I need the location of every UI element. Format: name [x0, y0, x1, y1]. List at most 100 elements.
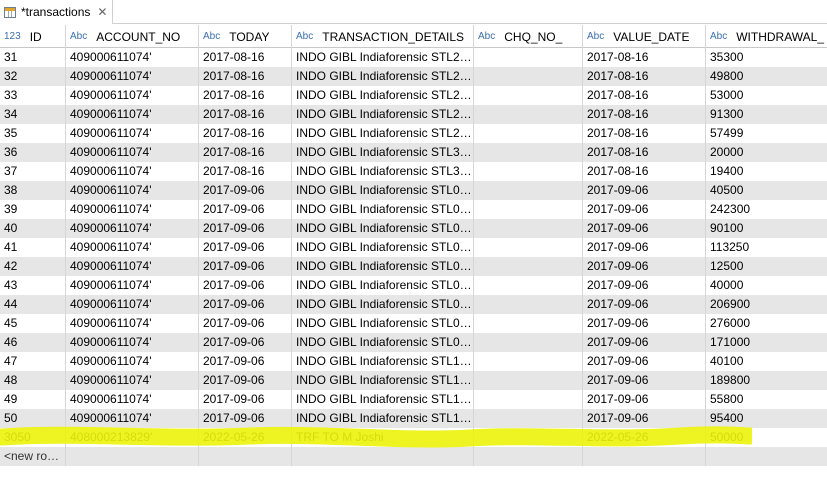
cell-chq-no[interactable]	[474, 295, 583, 314]
table-row[interactable]: 42 409000611074' 2017-09-06 INDO GIBL India…	[0, 257, 827, 276]
cell-withdrawal[interactable]: 113250	[706, 238, 827, 257]
cell-account-no[interactable]: 409000611074'	[66, 257, 199, 276]
cell-id[interactable]: 47	[0, 352, 66, 371]
cell-transaction-details[interactable]: INDO GIBL Indiaforensic STL0…	[292, 333, 474, 352]
cell-id[interactable]: 45	[0, 314, 66, 333]
cell-chq-no[interactable]	[474, 238, 583, 257]
tab-transactions[interactable]: *transactions ✕	[0, 0, 113, 24]
cell-withdrawal[interactable]: 40100	[706, 352, 827, 371]
cell-today[interactable]: 2017-09-06	[199, 276, 292, 295]
cell-account-no[interactable]: 409000611074'	[66, 67, 199, 86]
cell-chq-no[interactable]	[474, 86, 583, 105]
cell-withdrawal[interactable]: 50000	[706, 428, 827, 447]
cell-transaction-details[interactable]: INDO GIBL Indiaforensic STL3…	[292, 143, 474, 162]
table-row[interactable]: 45 409000611074' 2017-09-06 INDO GIBL India…	[0, 314, 827, 333]
cell-withdrawal[interactable]: 49800	[706, 67, 827, 86]
cell-value-date[interactable]: 2017-08-16	[583, 86, 706, 105]
column-header-chq-no[interactable]: Abc CHQ_NO_	[474, 25, 583, 48]
column-header-account-no[interactable]: Abc ACCOUNT_NO	[66, 25, 199, 48]
cell-today[interactable]: 2017-08-16	[199, 105, 292, 124]
cell-id[interactable]: 35	[0, 124, 66, 143]
cell-value-date[interactable]: 2017-09-06	[583, 371, 706, 390]
cell-transaction-details[interactable]: INDO GIBL Indiaforensic STL0…	[292, 295, 474, 314]
cell-value-date[interactable]: 2022-05-26	[583, 428, 706, 447]
cell-today[interactable]: 2017-09-06	[199, 295, 292, 314]
cell-value-date[interactable]: 2017-08-16	[583, 67, 706, 86]
cell-value-date[interactable]: 2017-09-06	[583, 181, 706, 200]
cell-transaction-details[interactable]: INDO GIBL Indiaforensic STL2…	[292, 67, 474, 86]
column-header-transaction-details[interactable]: Abc TRANSACTION_DETAILS	[292, 25, 474, 48]
cell-account-no[interactable]: 409000611074'	[66, 86, 199, 105]
cell-value-date[interactable]: 2017-08-16	[583, 162, 706, 181]
cell-id[interactable]: 40	[0, 219, 66, 238]
cell-id[interactable]: 48	[0, 371, 66, 390]
cell-withdrawal[interactable]: 12500	[706, 257, 827, 276]
cell-value-date[interactable]: 2017-09-06	[583, 219, 706, 238]
cell-withdrawal[interactable]: 19400	[706, 162, 827, 181]
table-row[interactable]: 32 409000611074' 2017-08-16 INDO GIBL India…	[0, 67, 827, 86]
cell-value-date[interactable]: 2017-09-06	[583, 390, 706, 409]
cell-today[interactable]: 2017-09-06	[199, 200, 292, 219]
cell-chq-no[interactable]	[474, 124, 583, 143]
cell-account-no[interactable]: 409000611074'	[66, 200, 199, 219]
cell-chq-no[interactable]	[474, 409, 583, 428]
cell-account-no[interactable]: 409000611074'	[66, 143, 199, 162]
cell-chq-no[interactable]	[474, 314, 583, 333]
cell-today[interactable]: 2017-09-06	[199, 371, 292, 390]
cell-transaction-details[interactable]: INDO GIBL Indiaforensic STL2…	[292, 86, 474, 105]
cell-value-date[interactable]: 2017-09-06	[583, 257, 706, 276]
cell-value-date[interactable]: 2017-09-06	[583, 314, 706, 333]
cell-account-no[interactable]: 409000611074'	[66, 276, 199, 295]
cell-id[interactable]: 46	[0, 333, 66, 352]
cell-chq-no[interactable]	[474, 371, 583, 390]
cell-account-no[interactable]: 409000611074'	[66, 181, 199, 200]
table-row[interactable]: 50 409000611074' 2017-09-06 INDO GIBL India…	[0, 409, 827, 428]
new-row-cell[interactable]	[474, 447, 583, 466]
cell-today[interactable]: 2017-08-16	[199, 67, 292, 86]
cell-transaction-details[interactable]: INDO GIBL Indiaforensic STL2…	[292, 124, 474, 143]
table-row[interactable]: 31 409000611074' 2017-08-16 INDO GIBL India…	[0, 48, 827, 67]
column-header-today[interactable]: Abc TODAY	[199, 25, 292, 48]
cell-withdrawal[interactable]: 40000	[706, 276, 827, 295]
cell-today[interactable]: 2017-08-16	[199, 86, 292, 105]
cell-transaction-details[interactable]: INDO GIBL Indiaforensic STL0…	[292, 238, 474, 257]
cell-account-no[interactable]: 409000611074'	[66, 162, 199, 181]
cell-today[interactable]: 2017-09-06	[199, 257, 292, 276]
cell-withdrawal[interactable]: 20000	[706, 143, 827, 162]
cell-id[interactable]: 49	[0, 390, 66, 409]
cell-withdrawal[interactable]: 95400	[706, 409, 827, 428]
cell-account-no[interactable]: 409000611074'	[66, 124, 199, 143]
cell-withdrawal[interactable]: 276000	[706, 314, 827, 333]
cell-value-date[interactable]: 2017-08-16	[583, 143, 706, 162]
cell-id[interactable]: 3050	[0, 428, 66, 447]
cell-transaction-details[interactable]: TRF TO M Joshi	[292, 428, 474, 447]
cell-id[interactable]: 34	[0, 105, 66, 124]
new-row-cell[interactable]	[292, 447, 474, 466]
cell-today[interactable]: 2017-09-06	[199, 219, 292, 238]
cell-chq-no[interactable]	[474, 390, 583, 409]
cell-account-no[interactable]: 409000611074'	[66, 352, 199, 371]
cell-withdrawal[interactable]: 171000	[706, 333, 827, 352]
cell-account-no[interactable]: 409000611074'	[66, 105, 199, 124]
cell-today[interactable]: 2017-08-16	[199, 162, 292, 181]
cell-withdrawal[interactable]: 242300	[706, 200, 827, 219]
cell-chq-no[interactable]	[474, 257, 583, 276]
new-row-cell[interactable]	[706, 447, 827, 466]
cell-chq-no[interactable]	[474, 219, 583, 238]
cell-transaction-details[interactable]: INDO GIBL Indiaforensic STL0…	[292, 219, 474, 238]
cell-id[interactable]: 41	[0, 238, 66, 257]
cell-withdrawal[interactable]: 55800	[706, 390, 827, 409]
cell-chq-no[interactable]	[474, 200, 583, 219]
cell-value-date[interactable]: 2017-09-06	[583, 352, 706, 371]
cell-today[interactable]: 2017-09-06	[199, 181, 292, 200]
cell-chq-no[interactable]	[474, 333, 583, 352]
cell-account-no[interactable]: 409000611074'	[66, 219, 199, 238]
table-row[interactable]: 33 409000611074' 2017-08-16 INDO GIBL India…	[0, 86, 827, 105]
cell-value-date[interactable]: 2017-08-16	[583, 48, 706, 67]
cell-value-date[interactable]: 2017-09-06	[583, 295, 706, 314]
cell-withdrawal[interactable]: 35300	[706, 48, 827, 67]
column-header-value-date[interactable]: Abc VALUE_DATE	[583, 25, 706, 48]
cell-today[interactable]: 2022-05-26	[199, 428, 292, 447]
cell-id[interactable]: 33	[0, 86, 66, 105]
table-row[interactable]: 37 409000611074' 2017-08-16 INDO GIBL India…	[0, 162, 827, 181]
